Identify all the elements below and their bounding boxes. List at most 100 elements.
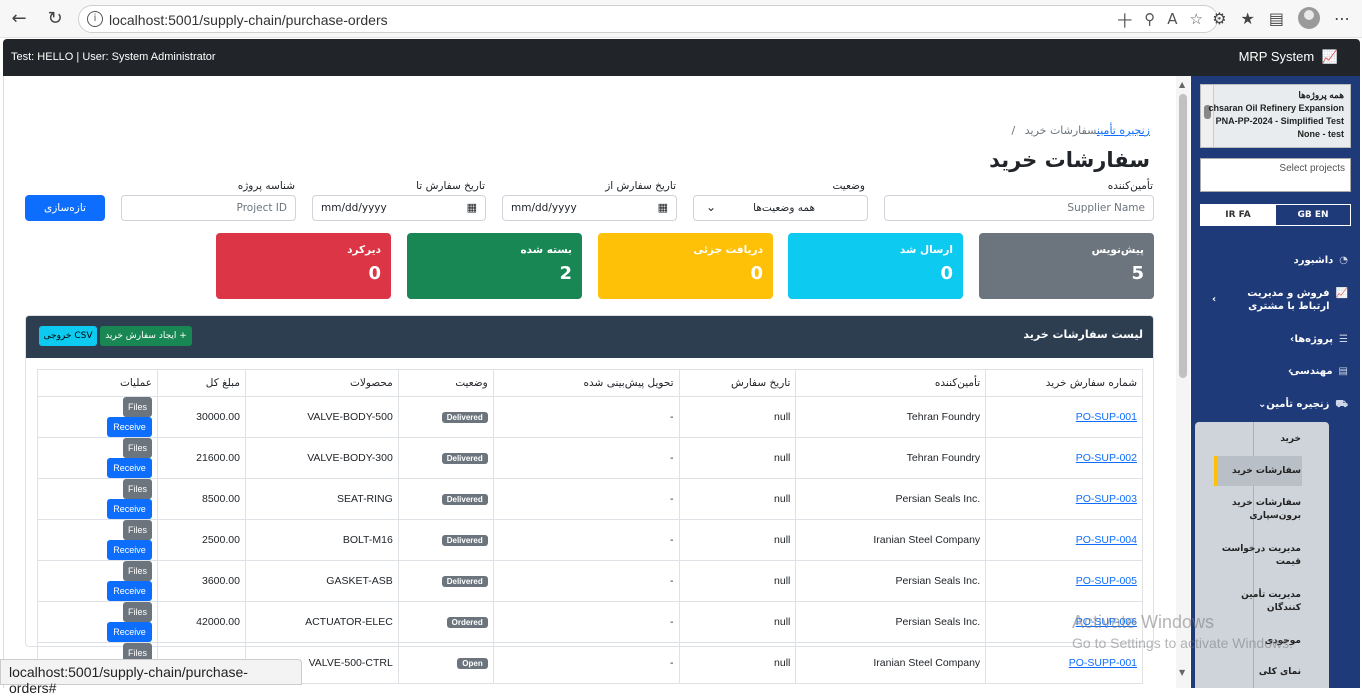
project-select[interactable]: Select projects xyxy=(1200,158,1351,192)
col-products[interactable]: محصولات xyxy=(244,369,399,397)
receive-button[interactable]: Receive xyxy=(107,540,153,560)
products-cell: ACTUATOR-ELEC xyxy=(244,601,399,643)
col-supplier[interactable]: تأمین‌کننده xyxy=(795,369,987,397)
main-scrollbar[interactable]: ▲ ▼ xyxy=(1176,76,1190,688)
files-button[interactable]: Files xyxy=(123,479,153,499)
translate-icon[interactable]: 十 xyxy=(1117,10,1132,31)
date-to-input[interactable]: mm/dd/yyyy ▦ xyxy=(312,195,486,221)
sidebar-item-dashboard[interactable]: داشبورد ◔ xyxy=(1208,254,1348,267)
project-option[interactable]: همه پروژه‌ها xyxy=(1298,90,1344,101)
main-content: زنجیره تأمینسفارشات خرید / سفارشات خرید … xyxy=(3,76,1175,688)
page-title: سفارشات خرید xyxy=(989,148,1150,172)
breadcrumb-current: سفارشات خرید xyxy=(1024,124,1097,137)
project-option[interactable]: chsaran Oil Refinery Expansion xyxy=(1208,103,1344,113)
breadcrumb-parent[interactable]: زنجیره تأمین xyxy=(1097,124,1150,137)
po-number-link[interactable]: PO-SUP-003 xyxy=(1076,493,1137,505)
project-option[interactable]: PNA-PP-2024 - Simplified Test xyxy=(1216,116,1344,126)
card-draft: پیش‌نویس 5 xyxy=(979,233,1154,299)
po-number-cell: PO-SUP-002 xyxy=(985,437,1143,479)
brand[interactable]: MRP System 📈 xyxy=(1239,49,1338,65)
submenu-purchase[interactable]: خرید xyxy=(1221,433,1301,446)
actions-cell: FilesReceive xyxy=(36,560,159,602)
col-expected-delivery[interactable]: تحویل پیش‌بینی شده xyxy=(492,369,680,397)
files-button[interactable]: Files xyxy=(123,397,153,417)
reload-icon[interactable]: ↻ xyxy=(44,8,66,30)
status-select[interactable]: ⌄ همه وضعیت‌ها xyxy=(693,195,868,221)
receive-button[interactable]: Receive xyxy=(107,581,153,601)
files-button[interactable]: Files xyxy=(123,520,153,540)
project-select-placeholder: Select projects xyxy=(1279,163,1345,174)
project-list-scrollbar[interactable] xyxy=(1201,85,1214,147)
expected-delivery-cell: - xyxy=(492,437,680,479)
collections-icon[interactable]: ▤ xyxy=(1269,9,1284,28)
po-number-link[interactable]: PO-SUP-002 xyxy=(1076,452,1137,464)
status-badge: Delivered xyxy=(441,412,488,423)
receive-button[interactable]: Receive xyxy=(107,499,153,519)
site-info-icon[interactable]: i xyxy=(87,11,103,27)
supplier-input[interactable]: Supplier Name xyxy=(884,195,1154,221)
submenu-outsourcing-orders[interactable]: سفارشات خرید برون‌سپاری xyxy=(1221,497,1301,523)
back-icon[interactable]: ← xyxy=(8,8,30,30)
address-url: localhost:5001/supply-chain/purchase-ord… xyxy=(109,12,388,28)
list-icon: ☰ xyxy=(1339,334,1348,345)
receive-button[interactable]: Receive xyxy=(107,458,153,478)
more-menu-icon[interactable]: ⋯ xyxy=(1334,9,1350,28)
project-list[interactable]: همه پروژه‌ها chsaran Oil Refinery Expans… xyxy=(1200,84,1351,148)
col-po-number[interactable]: شماره سفارش خرید xyxy=(985,369,1143,397)
files-button[interactable]: Files xyxy=(123,438,153,458)
scroll-thumb[interactable] xyxy=(1179,94,1187,378)
lang-fa-button[interactable]: IR FA xyxy=(1201,205,1275,225)
receive-button[interactable]: Receive xyxy=(107,417,153,437)
refresh-button[interactable]: تازه‌سازی xyxy=(25,195,105,221)
supplier-placeholder: Supplier Name xyxy=(1067,202,1145,214)
scroll-up-icon[interactable]: ▲ xyxy=(1179,80,1185,89)
sidebar: همه پروژه‌ها chsaran Oil Refinery Expans… xyxy=(1191,76,1360,688)
breadcrumb-separator: / xyxy=(1011,124,1016,137)
submenu-overview[interactable]: نمای کلی xyxy=(1221,666,1301,679)
po-number-link[interactable]: PO-SUP-001 xyxy=(1076,411,1137,423)
po-number-link[interactable]: PO-SUPP-001 xyxy=(1069,657,1137,669)
date-from-input[interactable]: mm/dd/yyyy ▦ xyxy=(502,195,677,221)
sidebar-item-engineering[interactable]: ‹ مهندسی ▤ xyxy=(1208,365,1348,378)
zoom-icon[interactable]: ⚲ xyxy=(1144,10,1155,31)
sidebar-item-label: مهندسی xyxy=(1289,366,1333,377)
order-date-cell: null xyxy=(678,642,797,684)
po-number-link[interactable]: PO-SUP-005 xyxy=(1076,575,1137,587)
lang-en-button[interactable]: GB EN xyxy=(1275,205,1350,225)
chevron-down-icon: ⌄ xyxy=(706,200,717,214)
po-number-link[interactable]: PO-SUP-004 xyxy=(1076,534,1137,546)
export-csv-button[interactable]: خروجی CSV xyxy=(39,326,97,346)
extensions-icon[interactable]: ⚙ xyxy=(1212,9,1226,28)
col-order-date[interactable]: تاریخ سفارش xyxy=(678,369,797,397)
products-cell: BOLT-M16 xyxy=(244,519,399,561)
expected-delivery-cell: - xyxy=(492,396,680,438)
col-status[interactable]: وضعیت xyxy=(397,369,494,397)
project-option[interactable]: None - test xyxy=(1297,129,1344,139)
col-total-amount[interactable]: مبلغ کل xyxy=(157,369,246,397)
sidebar-item-projects[interactable]: ‹ پروژه‌ها ☰ xyxy=(1208,333,1348,346)
submenu-rfq[interactable]: مدیریت درخواست قیمت xyxy=(1221,543,1301,569)
files-button[interactable]: Files xyxy=(123,602,153,622)
read-aloud-icon[interactable]: A xyxy=(1167,10,1177,31)
sidebar-item-sales-crm[interactable]: ‹ فروش و مدیریت ارتباط با مشتری 📈 xyxy=(1208,287,1348,313)
address-bar[interactable]: i localhost:5001/supply-chain/purchase-o… xyxy=(78,5,1218,33)
files-button[interactable]: Files xyxy=(123,561,153,581)
receive-button[interactable]: Receive xyxy=(107,622,153,642)
profile-avatar[interactable] xyxy=(1298,7,1320,29)
status-badge: Open xyxy=(457,658,488,669)
supplier-cell: Tehran Foundry xyxy=(795,437,987,479)
actions-cell: FilesReceive xyxy=(36,437,159,479)
calendar-icon[interactable]: ▦ xyxy=(658,201,668,214)
project-id-input[interactable]: Project ID xyxy=(121,195,296,221)
favorite-star-icon[interactable]: ☆ xyxy=(1190,10,1203,31)
expected-delivery-cell: - xyxy=(492,642,680,684)
calendar-icon[interactable]: ▦ xyxy=(467,201,477,214)
supplier-cell: Persian Seals Inc. xyxy=(795,560,987,602)
sidebar-item-supply-chain[interactable]: ⌄ زنجیره تأمین ⛟ xyxy=(1208,398,1348,411)
scroll-down-icon[interactable]: ▼ xyxy=(1179,668,1185,677)
create-po-button[interactable]: + ایجاد سفارش خرید xyxy=(100,326,192,346)
submenu-purchase-orders[interactable]: سفارشات خرید xyxy=(1221,465,1301,478)
favorites-icon[interactable]: ★ xyxy=(1241,9,1255,28)
status-cell: Delivered xyxy=(397,396,494,438)
products-cell: SEAT-RING xyxy=(244,478,399,520)
